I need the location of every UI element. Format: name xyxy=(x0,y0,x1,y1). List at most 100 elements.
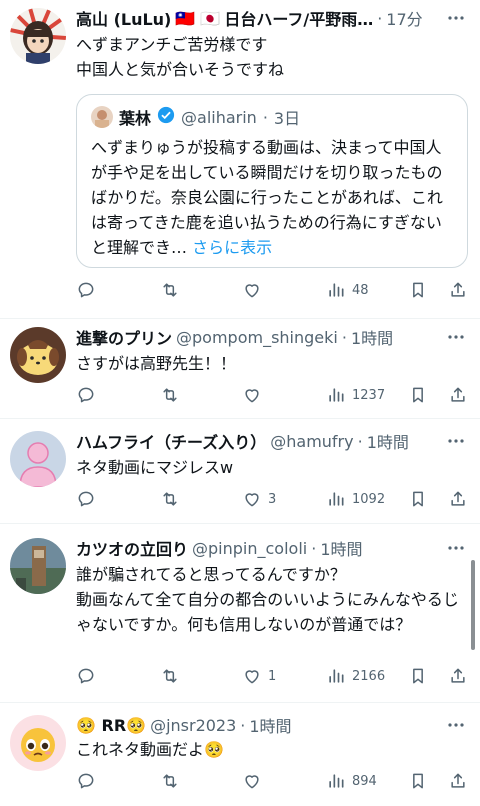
author-name[interactable]: カツオの立回り xyxy=(76,536,188,560)
scrollbar[interactable] xyxy=(471,560,475,650)
like-button[interactable]: 3 xyxy=(242,487,276,511)
views-button[interactable]: 48 xyxy=(326,278,369,302)
bookmark-icon xyxy=(413,773,423,789)
separator-dot: · xyxy=(377,8,383,28)
like-icon xyxy=(245,670,259,684)
like-button[interactable] xyxy=(242,769,268,793)
reply-button[interactable] xyxy=(76,278,102,302)
more-icon[interactable] xyxy=(446,431,466,451)
like-button[interactable]: 1 xyxy=(242,664,276,688)
bookmark-button[interactable] xyxy=(408,769,428,793)
author-name[interactable]: ハムフライ（チーズ入り） xyxy=(76,429,266,453)
separator-dot: · xyxy=(357,431,363,451)
views-button[interactable]: 1092 xyxy=(326,487,385,511)
avatar[interactable] xyxy=(10,538,66,594)
retweet-button[interactable] xyxy=(160,278,186,302)
tweet-2[interactable]: 進撃のプリン @pompom_shingeki · 1時間 さすがは高野先生！！… xyxy=(0,319,480,417)
tweet-text: へずまアンチご苦労様です 中国人と気が合いそうですね xyxy=(76,35,285,79)
share-button[interactable] xyxy=(448,664,468,688)
timestamp[interactable]: 1時間 xyxy=(320,536,362,560)
retweet-button[interactable] xyxy=(160,769,186,793)
retweet-button[interactable] xyxy=(160,664,186,688)
views-icon xyxy=(329,669,344,683)
share-icon xyxy=(451,491,465,506)
quoted-tweet[interactable]: 葉林 @aliharin · 3日 へずまりゅうが投稿する動画は、決まって中国人… xyxy=(76,94,468,268)
tweet-header: 進撃のプリン @pompom_shingeki · 1時間 xyxy=(76,325,460,349)
bookmark-button[interactable] xyxy=(408,664,428,688)
views-button[interactable]: 894 xyxy=(326,769,377,793)
quote-handle[interactable]: @aliharin xyxy=(181,108,257,127)
retweet-icon xyxy=(163,492,177,506)
bookmark-button[interactable] xyxy=(408,487,428,511)
avatar[interactable] xyxy=(10,8,66,64)
tweet-header: 🥺 RR🥺 @jnsr2023 · 1時間 xyxy=(76,713,460,737)
retweet-icon xyxy=(163,388,177,402)
like-icon xyxy=(245,284,259,298)
share-button[interactable] xyxy=(448,278,468,302)
like-count: 3 xyxy=(268,491,277,507)
action-bar: 3 1092 xyxy=(76,487,470,511)
reply-icon xyxy=(78,387,94,403)
tweet-3[interactable]: ハムフライ（チーズ入り） @hamufry · 1時間 ネタ動画にマジレスw 3… xyxy=(0,419,480,523)
like-button[interactable] xyxy=(242,383,268,407)
timestamp[interactable]: 1時間 xyxy=(249,713,291,737)
share-button[interactable] xyxy=(448,383,468,407)
more-icon[interactable] xyxy=(446,538,466,558)
retweet-icon xyxy=(163,774,177,788)
separator-dot: · xyxy=(311,538,317,558)
author-handle[interactable]: @hamufry xyxy=(270,432,353,451)
retweet-button[interactable] xyxy=(160,383,186,407)
flags: 🇹🇼 🇯🇵 xyxy=(175,8,221,28)
author-name[interactable]: 進撃のプリン xyxy=(76,325,172,349)
quote-timestamp[interactable]: 3日 xyxy=(274,105,300,129)
tweet-1[interactable]: 高山 (LuLu) 🇹🇼 🇯🇵 日台ハーフ/平野雨… · 17分 へずまアンチご… xyxy=(0,0,480,318)
tweet-4[interactable]: カツオの立回り @pinpin_cololi · 1時間 誰が騙されてると思って… xyxy=(0,524,480,702)
author-handle[interactable]: @pompom_shingeki xyxy=(176,328,338,347)
quote-author-name[interactable]: 葉林 xyxy=(119,105,151,129)
avatar[interactable] xyxy=(10,327,66,383)
timestamp[interactable]: 1時間 xyxy=(351,325,393,349)
like-icon xyxy=(245,493,259,507)
author-name-suffix[interactable]: 日台ハーフ/平野雨… xyxy=(224,6,373,30)
author-handle[interactable]: @jnsr2023 xyxy=(150,716,236,735)
author-name[interactable]: 🥺 RR🥺 xyxy=(76,716,146,735)
action-bar: 48 xyxy=(76,278,470,302)
views-button[interactable]: 1237 xyxy=(326,383,385,407)
more-icon[interactable] xyxy=(446,715,466,735)
reply-button[interactable] xyxy=(76,664,102,688)
views-count: 2166 xyxy=(352,668,386,684)
action-bar: 894 xyxy=(76,769,470,793)
reply-button[interactable] xyxy=(76,769,102,793)
tweet-text: 誰が騙されてると思ってるんですか？ 動画なんて全て自分の都合のいいようにみんなや… xyxy=(76,565,459,634)
views-count: 1237 xyxy=(352,387,386,403)
share-button[interactable] xyxy=(448,769,468,793)
author-name[interactable]: 高山 (LuLu) xyxy=(76,6,171,30)
share-button[interactable] xyxy=(448,487,468,511)
more-icon[interactable] xyxy=(446,327,466,347)
bookmark-button[interactable] xyxy=(408,278,428,302)
separator-dot: · xyxy=(240,715,246,735)
bookmark-icon xyxy=(413,387,423,403)
avatar[interactable] xyxy=(10,431,66,487)
tweet-text: さすがは高野先生！！ xyxy=(76,354,237,373)
tweet-text: ネタ動画にマジレスw xyxy=(76,458,234,477)
views-icon xyxy=(329,283,344,297)
like-button[interactable] xyxy=(242,278,268,302)
tweet-5[interactable]: 🥺 RR🥺 @jnsr2023 · 1時間 これネタ動画だよ🥺 894 xyxy=(0,703,480,806)
retweet-button[interactable] xyxy=(160,487,186,511)
quote-avatar xyxy=(91,106,113,128)
avatar[interactable] xyxy=(10,715,66,771)
bookmark-button[interactable] xyxy=(408,383,428,407)
views-button[interactable]: 2166 xyxy=(326,664,385,688)
more-icon[interactable] xyxy=(446,8,466,28)
reply-button[interactable] xyxy=(76,383,102,407)
views-count: 48 xyxy=(352,282,369,298)
timestamp[interactable]: 17分 xyxy=(386,6,422,30)
reply-button[interactable] xyxy=(76,487,102,511)
tweet-header: カツオの立回り @pinpin_cololi · 1時間 xyxy=(76,536,460,560)
author-handle[interactable]: @pinpin_cololi xyxy=(192,539,307,558)
action-bar: 1237 xyxy=(76,383,470,407)
views-icon xyxy=(329,388,344,402)
timestamp[interactable]: 1時間 xyxy=(367,429,409,453)
show-more-link[interactable]: さらに表示 xyxy=(192,238,272,257)
